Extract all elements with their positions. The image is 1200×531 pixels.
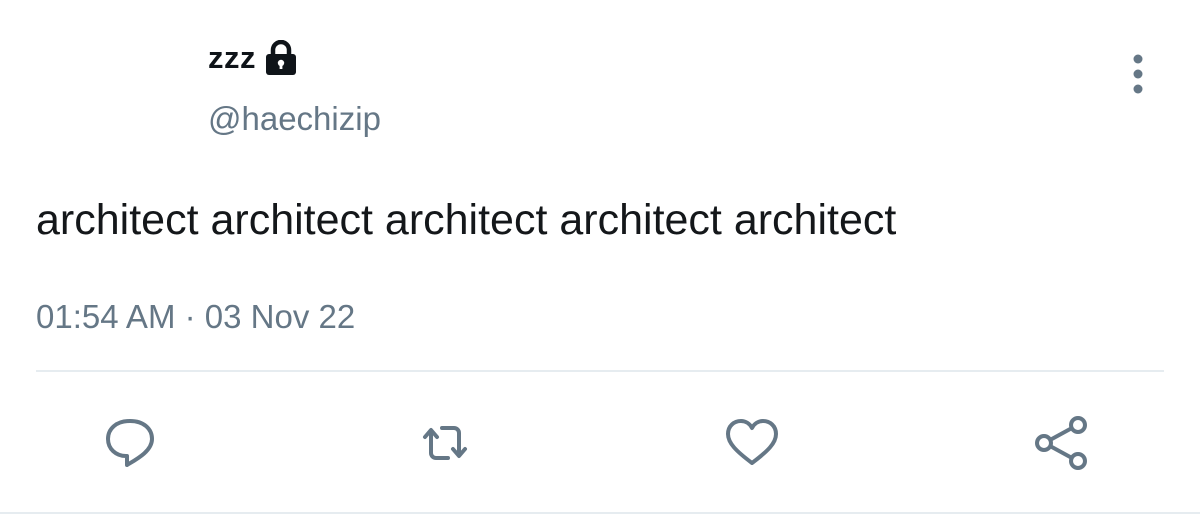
author-handle[interactable]: @haechizip [208, 100, 381, 138]
share-icon [1035, 416, 1087, 470]
bottom-divider [0, 512, 1200, 514]
author-name-row: zzz [208, 38, 381, 78]
like-button[interactable] [722, 413, 782, 473]
tweet-text: architect architect architect architect … [36, 196, 897, 244]
tweet-header: zzz @haechizip [208, 38, 381, 138]
author-display-name[interactable]: zzz [208, 40, 256, 76]
tweet-timestamp[interactable]: 01:54 AM · 03 Nov 22 [36, 298, 355, 336]
reply-button[interactable] [100, 413, 160, 473]
retweet-button[interactable] [415, 413, 475, 473]
more-options-button[interactable] [1118, 52, 1158, 96]
divider [36, 370, 1164, 372]
retweet-icon [423, 426, 467, 460]
heart-icon [726, 419, 778, 465]
share-button[interactable] [1032, 413, 1092, 473]
reply-icon [106, 419, 154, 467]
lock-icon [264, 39, 298, 76]
more-vertical-icon [1133, 54, 1143, 94]
